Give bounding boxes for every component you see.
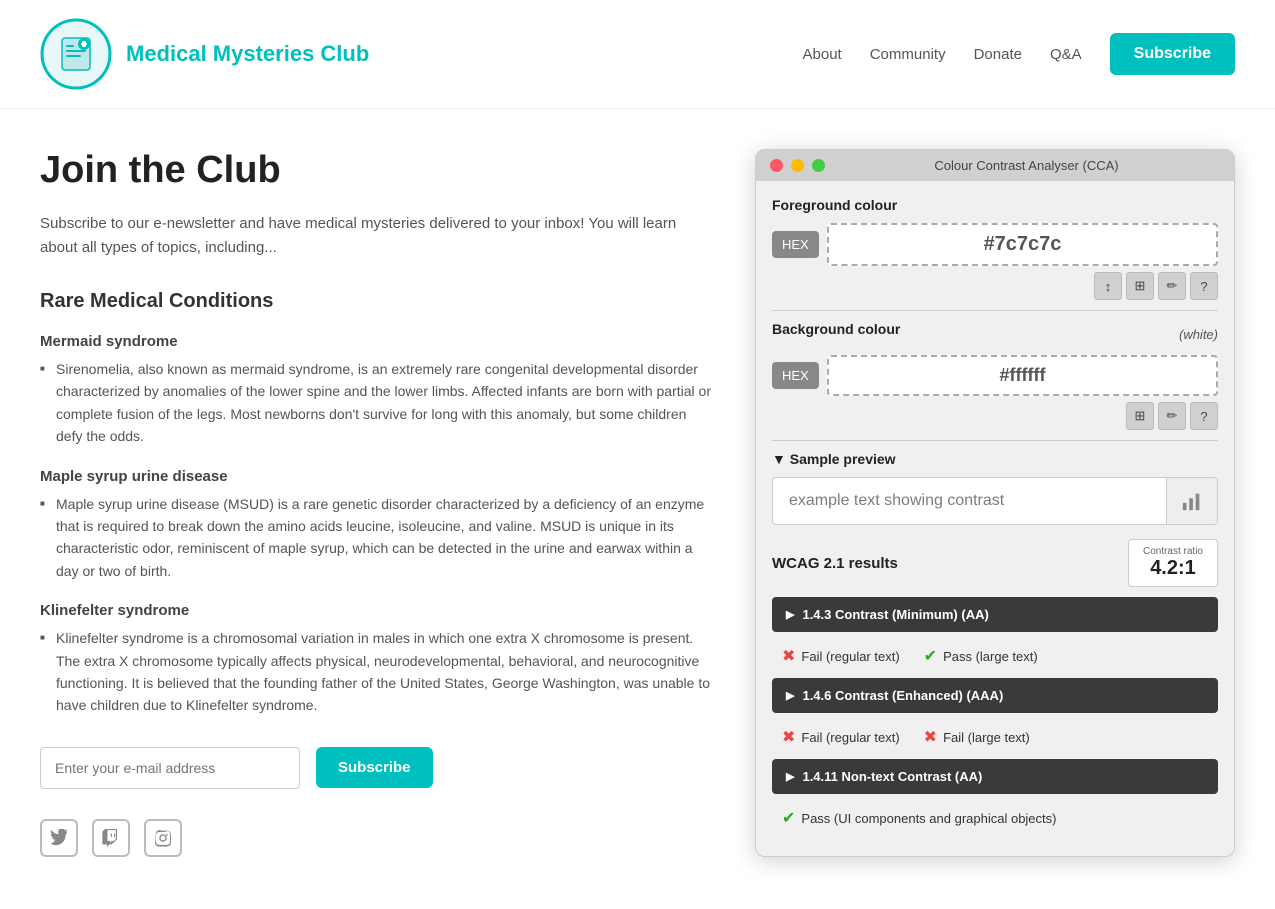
preview-box: example text showing contrast [772, 477, 1218, 525]
contrast-ratio-box: Contrast ratio 4.2:1 [1128, 539, 1218, 587]
result-146-button[interactable]: ▶ 1.4.6 Contrast (Enhanced) (AAA) [772, 678, 1218, 713]
fg-eyedropper-icon[interactable]: ✏ [1158, 272, 1186, 300]
bg-label: Background colour [772, 321, 900, 337]
bg-value-input[interactable] [827, 355, 1218, 396]
cca-body: Foreground colour HEX ↕ ⊞ ✏ ? Background [756, 181, 1234, 856]
fg-sort-icon[interactable]: ↕ [1094, 272, 1122, 300]
bg-help-icon[interactable]: ? [1190, 402, 1218, 430]
cca-titlebar: Colour Contrast Analyser (CCA) [756, 150, 1234, 181]
twitch-icon[interactable] [92, 819, 130, 857]
fg-row: HEX [772, 223, 1218, 266]
condition-mermaid: Mermaid syndrome Sirenomelia, also known… [40, 333, 715, 448]
result-146-regular: ✖ Fail (regular text) [782, 727, 900, 747]
wcag-label: WCAG 2.1 results [772, 555, 898, 572]
twitter-icon[interactable] [40, 819, 78, 857]
result-146-large: ✖ Fail (large text) [924, 727, 1030, 747]
header-subscribe-button[interactable]: Subscribe [1110, 33, 1235, 75]
result-143-regular-label: Fail (regular text) [801, 649, 899, 664]
contrast-ratio-label: Contrast ratio [1143, 546, 1203, 557]
bg-format-select[interactable]: HEX [772, 362, 819, 389]
result-146-label: 1.4.6 Contrast (Enhanced) (AAA) [802, 688, 1003, 703]
preview-label: ▼ Sample preview [772, 451, 1218, 467]
condition-klinefelter: Klinefelter syndrome Klinefelter syndrom… [40, 602, 715, 717]
bg-row: HEX [772, 355, 1218, 396]
result-143-label: 1.4.3 Contrast (Minimum) (AA) [802, 607, 988, 622]
bg-sliders-icon[interactable]: ⊞ [1126, 402, 1154, 430]
fail-icon-146-regular: ✖ [782, 727, 795, 747]
condition-title-1: Mermaid syndrome [40, 333, 715, 350]
fail-icon-143-regular: ✖ [782, 646, 795, 666]
intro-text: Subscribe to our e-newsletter and have m… [40, 212, 715, 260]
result-1411-row: ✔ Pass (UI components and graphical obje… [772, 802, 1218, 840]
condition-title-2: Maple syrup urine disease [40, 468, 715, 485]
site-title: Medical Mysteries Club [126, 41, 369, 67]
nav-community[interactable]: Community [870, 46, 946, 63]
pass-icon-1411-ui: ✔ [782, 808, 795, 828]
fg-help-icon[interactable]: ? [1190, 272, 1218, 300]
instagram-icon[interactable] [144, 819, 182, 857]
condition-title-3: Klinefelter syndrome [40, 602, 715, 619]
nav-donate[interactable]: Donate [974, 46, 1022, 63]
cca-window: Colour Contrast Analyser (CCA) Foregroun… [755, 149, 1235, 857]
cca-title: Colour Contrast Analyser (CCA) [833, 158, 1220, 173]
main-content: Join the Club Subscribe to our e-newslet… [0, 109, 1275, 877]
subscribe-row: Subscribe [40, 747, 715, 789]
fg-format-select[interactable]: HEX [772, 231, 819, 258]
result-143-large-label: Pass (large text) [943, 649, 1038, 664]
bg-white-label: (white) [1179, 327, 1218, 342]
result-1411-ui: ✔ Pass (UI components and graphical obje… [782, 808, 1056, 828]
cca-panel: Colour Contrast Analyser (CCA) Foregroun… [755, 149, 1235, 857]
result-143-regular: ✖ Fail (regular text) [782, 646, 900, 666]
section-title: Rare Medical Conditions [40, 290, 715, 313]
pass-icon-143-large: ✔ [924, 646, 937, 666]
result-1411-arrow: ▶ [786, 770, 794, 783]
condition-maple: Maple syrup urine disease Maple syrup ur… [40, 468, 715, 583]
wcag-row: WCAG 2.1 results Contrast ratio 4.2:1 [772, 539, 1218, 587]
subscribe-button[interactable]: Subscribe [316, 747, 433, 788]
bg-eyedropper-icon[interactable]: ✏ [1158, 402, 1186, 430]
result-146-row: ✖ Fail (regular text) ✖ Fail (large text… [772, 721, 1218, 759]
cca-dot-red[interactable] [770, 159, 783, 172]
nav-qa[interactable]: Q&A [1050, 46, 1082, 63]
contrast-ratio-value: 4.2:1 [1143, 557, 1203, 580]
email-input[interactable] [40, 747, 300, 789]
social-row [40, 819, 715, 857]
bg-icon-row: ⊞ ✏ ? [772, 402, 1218, 430]
fg-value-input[interactable] [827, 223, 1218, 266]
result-1411-label: 1.4.11 Non-text Contrast (AA) [802, 769, 982, 784]
result-1411-ui-label: Pass (UI components and graphical object… [801, 811, 1056, 826]
fg-divider [772, 310, 1218, 311]
fg-sliders-icon[interactable]: ⊞ [1126, 272, 1154, 300]
cca-dot-green[interactable] [812, 159, 825, 172]
condition-text-2: Maple syrup urine disease (MSUD) is a ra… [40, 493, 715, 583]
result-146-large-label: Fail (large text) [943, 730, 1030, 745]
result-143-arrow: ▶ [786, 608, 794, 621]
cca-dot-yellow[interactable] [791, 159, 804, 172]
preview-chart-button[interactable] [1167, 478, 1217, 524]
preview-text: example text showing contrast [773, 478, 1167, 524]
page-title: Join the Club [40, 149, 715, 192]
nav-about[interactable]: About [803, 46, 842, 63]
result-146-arrow: ▶ [786, 689, 794, 702]
fail-icon-146-large: ✖ [924, 727, 937, 747]
result-143-row: ✖ Fail (regular text) ✔ Pass (large text… [772, 640, 1218, 678]
header: Medical Mysteries Club About Community D… [0, 0, 1275, 109]
fg-label: Foreground colour [772, 197, 1218, 213]
result-143-button[interactable]: ▶ 1.4.3 Contrast (Minimum) (AA) [772, 597, 1218, 632]
fg-icon-row: ↕ ⊞ ✏ ? [772, 272, 1218, 300]
bg-label-row: Background colour (white) [772, 321, 1218, 347]
result-143-large: ✔ Pass (large text) [924, 646, 1038, 666]
condition-text-1: Sirenomelia, also known as mermaid syndr… [40, 358, 715, 448]
bg-divider [772, 440, 1218, 441]
condition-text-3: Klinefelter syndrome is a chromosomal va… [40, 627, 715, 717]
result-146-regular-label: Fail (regular text) [801, 730, 899, 745]
logo-icon [40, 18, 112, 90]
logo-area: Medical Mysteries Club [40, 18, 369, 90]
main-nav: About Community Donate Q&A Subscribe [803, 33, 1235, 75]
content-area: Join the Club Subscribe to our e-newslet… [40, 149, 715, 857]
result-1411-button[interactable]: ▶ 1.4.11 Non-text Contrast (AA) [772, 759, 1218, 794]
